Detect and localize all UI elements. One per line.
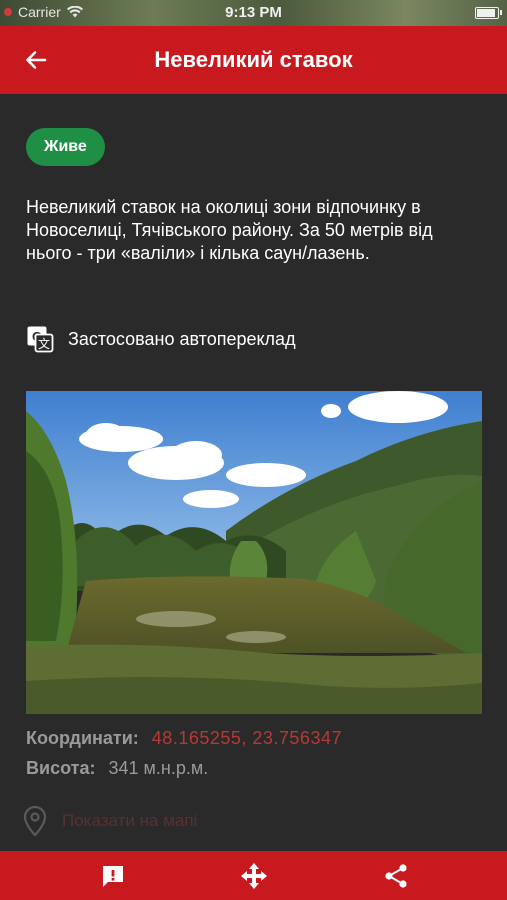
battery-icon (475, 7, 502, 19)
status-bar: Carrier 9:13 PM (0, 0, 507, 26)
height-value: 341 м.н.р.м. (108, 758, 209, 778)
place-description: Невеликий ставок на околиці зони відпочи… (26, 197, 433, 263)
status-badge: Живе (26, 128, 105, 166)
show-on-map-label: Показати на мапі (62, 811, 198, 830)
move-button[interactable] (239, 861, 269, 891)
status-time: 9:13 PM (225, 4, 282, 21)
move-icon (241, 863, 267, 889)
report-icon (103, 866, 123, 887)
back-button[interactable] (18, 42, 54, 78)
coordinates-row: Координати: 48.165255, 23.756347 (26, 728, 342, 749)
bottom-action-bar (0, 851, 507, 900)
auto-translation-notice: G 文 Застосовано автопереклад (26, 323, 296, 355)
pond-image (26, 391, 482, 714)
height-row: Висота: 341 м.н.р.м. (26, 758, 208, 779)
share-icon (385, 864, 407, 888)
share-button[interactable] (381, 861, 411, 891)
show-on-map-link[interactable]: Показати на мапі (22, 804, 197, 838)
place-photo[interactable] (26, 391, 482, 714)
report-button[interactable] (98, 861, 128, 891)
app-header: Невеликий ставок (0, 26, 507, 94)
map-pin-icon (23, 805, 47, 837)
coordinates-label: Координати: (26, 728, 139, 748)
page-title: Невеликий ставок (154, 47, 353, 72)
coordinates-value[interactable]: 48.165255, 23.756347 (152, 728, 342, 748)
google-translate-icon: G 文 (27, 326, 54, 353)
arrow-left-icon (26, 51, 47, 69)
svg-text:文: 文 (38, 336, 50, 351)
translation-label: Застосовано автопереклад (68, 328, 296, 349)
height-label: Висота: (26, 758, 96, 778)
